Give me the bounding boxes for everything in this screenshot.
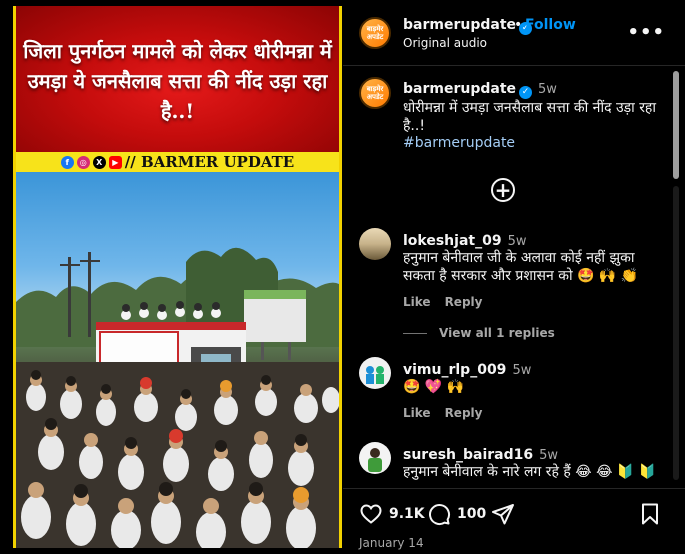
like-action[interactable]: 9.1K: [359, 502, 425, 526]
bookmark-icon[interactable]: [639, 502, 661, 526]
original-audio-link[interactable]: Original audio: [403, 36, 487, 50]
comment-bubble-icon[interactable]: [427, 502, 451, 526]
caption-hashtag[interactable]: #barmerupdate: [403, 135, 663, 151]
save-action[interactable]: [639, 502, 661, 526]
comment-item: vimu_rlp_009 5w 🤩 💖 🙌 Like Reply: [403, 359, 663, 420]
comments-list[interactable]: बाड़मेर अपडेट barmerupdate ✓ 5w धोरीमन्ना …: [343, 67, 685, 487]
post-media[interactable]: जिला पुनर्गठन मामले को लेकर धोरीमन्ना मे…: [0, 0, 343, 554]
verified-badge-icon: ✓: [519, 86, 533, 99]
caption-text: धोरीमन्ना में उमड़ा जनसैलाब सत्ता की नीं…: [403, 100, 656, 134]
caption-username[interactable]: barmerupdate: [403, 81, 516, 97]
comment-time[interactable]: 5w: [539, 448, 558, 463]
comment-action[interactable]: 100: [427, 502, 486, 526]
comments-count: 100: [457, 506, 487, 522]
follow-button[interactable]: Follow: [525, 17, 576, 33]
caption: barmerupdate ✓ 5w धोरीमन्ना में उमड़ा जनसै…: [403, 78, 663, 151]
post-details-panel: बाड़मेर अपडेट barmerupdate ✓ • Follow Ori…: [343, 0, 685, 554]
like-comment-button[interactable]: Like: [403, 295, 431, 309]
comment-username[interactable]: suresh_bairad16: [403, 447, 533, 463]
caption-time[interactable]: 5w: [538, 82, 557, 97]
author-username[interactable]: barmerupdate ✓: [403, 17, 533, 35]
facebook-icon: f: [60, 155, 74, 169]
comment-avatar[interactable]: [359, 357, 391, 389]
share-action[interactable]: [491, 502, 515, 526]
reply-button[interactable]: Reply: [445, 295, 483, 309]
comment-time[interactable]: 5w: [508, 234, 527, 249]
share-send-icon[interactable]: [491, 502, 515, 526]
youtube-icon: ▶: [108, 155, 122, 169]
crowd-photo-illustration: [16, 247, 339, 548]
scrollbar-thumb[interactable]: [673, 71, 679, 179]
heart-icon[interactable]: [359, 502, 383, 526]
view-replies-button[interactable]: View all 1 replies: [403, 326, 555, 340]
x-icon: X: [92, 155, 106, 169]
comment-avatar[interactable]: [359, 228, 391, 260]
comment-text: 🤩 💖 🙌: [403, 379, 465, 395]
poster-headline: जिला पुनर्गठन मामले को लेकर धोरीमन्ना मे…: [23, 39, 332, 123]
post-date[interactable]: January 14: [359, 536, 424, 550]
post-actions-bar: 9.1K 100 January 14: [343, 488, 685, 554]
comment-username[interactable]: vimu_rlp_009: [403, 362, 506, 378]
poster-brand-text: // BARMER UPDATE: [124, 153, 295, 171]
poster-headline-banner: जिला पुनर्गठन मामले को लेकर धोरीमन्ना मे…: [16, 6, 339, 152]
like-comment-button[interactable]: Like: [403, 406, 431, 420]
comment-username[interactable]: lokeshjat_09: [403, 233, 502, 249]
comment-text: हनुमान बेनीवाल के नारे लग रहे हैं 😂 😂 🔰 …: [403, 464, 657, 480]
likes-count[interactable]: 9.1K: [389, 506, 425, 522]
poster-brand-strip: f ◎ X ▶ // BARMER UPDATE: [16, 152, 339, 172]
more-options-icon[interactable]: •••: [627, 22, 665, 43]
replies-line: [403, 332, 427, 334]
comment-text: हनुमान बेनीवाल जी के अलावा कोई नहीं झुका…: [403, 250, 639, 284]
reply-button[interactable]: Reply: [445, 406, 483, 420]
comment-avatar[interactable]: [359, 442, 391, 474]
load-more-comments-button[interactable]: +: [491, 178, 515, 202]
separator-dot: •: [514, 17, 523, 33]
comment-item: suresh_bairad16 5w हनुमान बेनीवाल के नारे…: [403, 444, 663, 481]
author-avatar[interactable]: बाड़मेर अपडेट: [359, 17, 391, 49]
instagram-icon: ◎: [76, 155, 90, 169]
caption-avatar[interactable]: बाड़मेर अपडेट: [359, 77, 391, 109]
crowd-photo: [16, 172, 339, 548]
post-header: बाड़मेर अपडेट barmerupdate ✓ • Follow Ori…: [343, 0, 685, 66]
news-poster: जिला पुनर्गठन मामले को लेकर धोरीमन्ना मे…: [13, 6, 342, 548]
scrollbar-track[interactable]: [673, 186, 679, 480]
comment-time[interactable]: 5w: [512, 363, 531, 378]
comment-item: lokeshjat_09 5w हनुमान बेनीवाल जी के अलाव…: [403, 230, 663, 309]
